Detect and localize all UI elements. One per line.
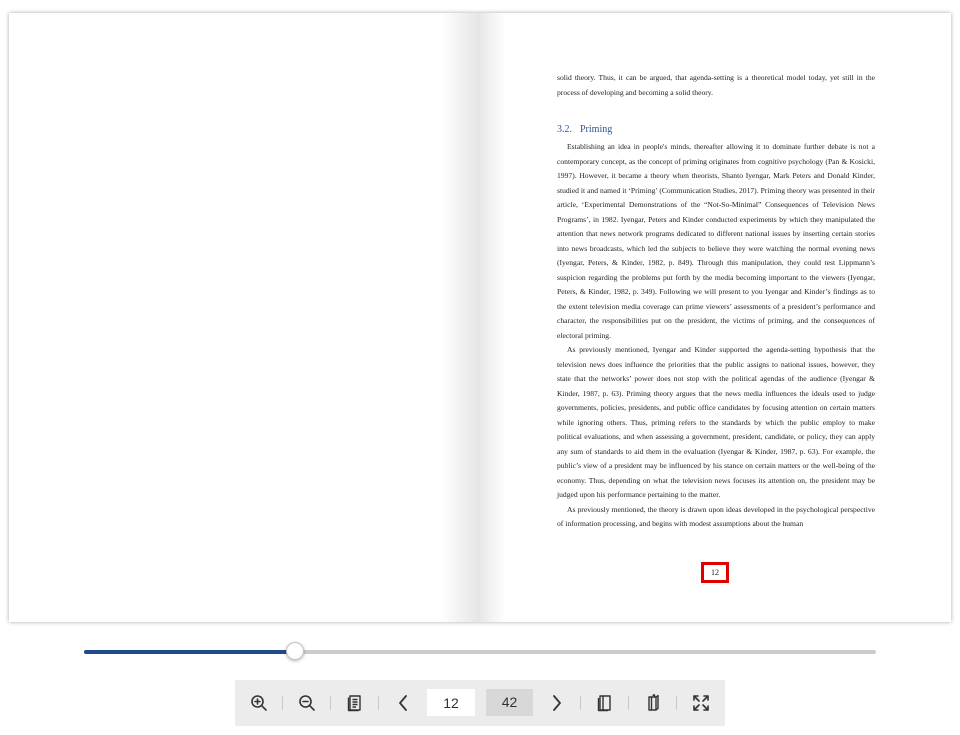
zoom-in-button[interactable] <box>241 680 277 726</box>
fullscreen-icon <box>693 695 709 711</box>
next-page-button[interactable] <box>539 680 575 726</box>
fullscreen-button[interactable] <box>683 680 719 726</box>
toolbar-divider <box>580 696 581 710</box>
double-page-icon <box>648 694 659 711</box>
section-heading: 3.2. Priming <box>557 123 875 137</box>
body-paragraph: Establishing an idea in people's minds, … <box>557 142 875 340</box>
slider-handle[interactable] <box>286 642 305 660</box>
toolbar-divider <box>282 696 283 710</box>
table-of-contents-icon <box>347 695 361 712</box>
body-paragraph: As previously mentioned, Iyengar and Kin… <box>557 345 875 499</box>
section-title: Priming <box>580 124 613 135</box>
previous-page-button[interactable] <box>385 680 421 726</box>
toolbar-divider <box>330 696 331 710</box>
toolbar-divider <box>628 696 629 710</box>
intro-paragraph: solid theory. Thus, it can be argued, th… <box>557 73 875 97</box>
viewer-toolbar: 42 <box>235 680 725 726</box>
total-pages: 42 <box>486 689 533 716</box>
zoom-out-button[interactable] <box>289 680 325 726</box>
page-slider[interactable] <box>84 642 876 660</box>
section-number: 3.2. <box>557 124 572 135</box>
right-page: solid theory. Thus, it can be argued, th… <box>480 13 951 622</box>
toolbar-divider <box>676 696 677 710</box>
book-viewer: solid theory. Thus, it can be argued, th… <box>9 13 951 622</box>
page-content: solid theory. Thus, it can be argued, th… <box>557 71 875 532</box>
zoom-in-icon <box>251 695 267 711</box>
table-of-contents-button[interactable] <box>337 680 373 726</box>
single-page-icon <box>597 695 611 712</box>
slider-fill <box>84 650 296 654</box>
chevron-left-icon <box>399 695 407 711</box>
body-paragraph: As previously mentioned, the theory is d… <box>557 504 875 529</box>
page-number: 12 <box>701 562 729 583</box>
zoom-out-icon <box>299 695 315 711</box>
chevron-right-icon <box>553 695 561 711</box>
toolbar-divider <box>378 696 379 710</box>
page-number-input[interactable] <box>427 689 475 716</box>
single-page-view-button[interactable] <box>587 680 623 726</box>
double-page-view-button[interactable] <box>635 680 671 726</box>
left-page <box>9 13 480 622</box>
